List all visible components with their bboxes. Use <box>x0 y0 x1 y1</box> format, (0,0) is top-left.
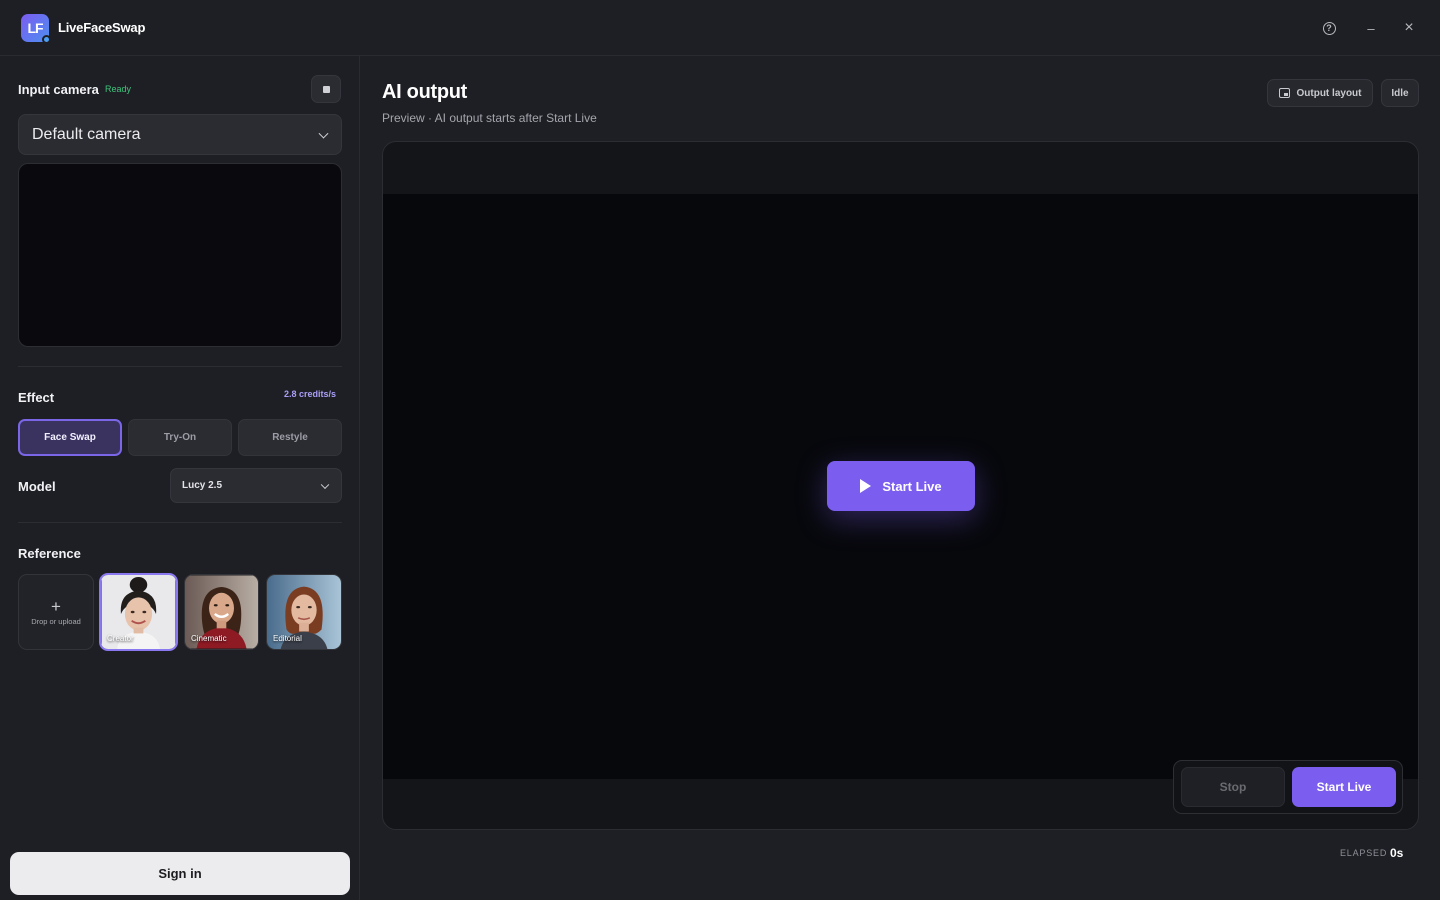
logo-text: LF <box>27 20 43 36</box>
reference-upload-tile[interactable]: + Drop or upload <box>18 574 94 650</box>
divider <box>18 522 342 523</box>
output-layout-label: Output layout <box>1296 87 1362 99</box>
reference-tile-creator[interactable]: Creator <box>99 573 178 651</box>
close-button[interactable]: × <box>1399 18 1419 38</box>
effect-label: Face Swap <box>44 432 96 443</box>
title-bar: LF LiveFaceSwap ? – × <box>0 0 1440 56</box>
output-layout-button[interactable]: Output layout <box>1267 79 1373 107</box>
elapsed-value: 0s <box>1390 846 1404 860</box>
camera-select[interactable]: Default camera <box>18 114 342 155</box>
stop-camera-button[interactable] <box>311 75 341 103</box>
chevron-down-icon <box>320 480 330 489</box>
logo-dot <box>42 35 51 44</box>
status-badge: Idle <box>1381 79 1419 107</box>
app-logo-icon: LF <box>21 14 51 44</box>
reference-label: Cinematic <box>191 634 227 643</box>
effect-face-swap-button[interactable]: Face Swap <box>18 419 122 456</box>
page-subtitle: Preview · AI output starts after Start L… <box>382 111 597 125</box>
output-stage: Start Live Stop Start Live <box>382 141 1419 830</box>
layout-icon <box>1278 88 1290 98</box>
reference-tile-editorial[interactable]: Editorial <box>266 574 342 650</box>
credits-rate: 2.8 credits/s <box>284 389 337 399</box>
elapsed-label: ELAPSED <box>1340 848 1388 858</box>
effect-title: Effect <box>18 390 55 405</box>
page-title: AI output <box>382 81 468 103</box>
model-title: Model <box>18 479 56 494</box>
play-icon <box>860 479 872 493</box>
stop-square-icon <box>322 85 330 93</box>
sidebar: Input camera Ready Default camera Effect… <box>0 56 360 900</box>
chevron-down-icon <box>318 128 329 139</box>
start-live-label: Start Live <box>882 478 942 494</box>
sign-in-button[interactable]: Sign in <box>10 852 350 895</box>
start-live-button[interactable]: Start Live <box>1292 767 1396 807</box>
stop-button[interactable]: Stop <box>1181 767 1285 807</box>
help-button[interactable]: ? <box>1319 18 1339 38</box>
effect-try-on-button[interactable]: Try-On <box>128 419 232 456</box>
effect-label: Try-On <box>163 432 197 443</box>
reference-label: Creator <box>107 634 134 643</box>
main-panel: AI output Preview · AI output starts aft… <box>361 56 1440 900</box>
plus-icon: + <box>51 596 61 616</box>
close-icon: × <box>1404 19 1414 36</box>
model-select[interactable]: Lucy 2.5 <box>170 468 342 503</box>
live-controls-panel: Stop Start Live <box>1173 760 1403 814</box>
reference-label: Editorial <box>273 634 302 643</box>
camera-select-value: Default camera <box>32 125 141 143</box>
effect-label: Restyle <box>272 432 308 443</box>
effect-restyle-button[interactable]: Restyle <box>238 419 342 456</box>
start-live-center-button[interactable]: Start Live <box>827 461 975 511</box>
model-select-value: Lucy 2.5 <box>182 480 223 491</box>
camera-preview <box>18 163 342 347</box>
app-title: LiveFaceSwap <box>58 20 146 35</box>
minimize-icon: – <box>1367 20 1375 36</box>
camera-status-badge: Ready <box>105 84 132 94</box>
upload-label: Drop or upload <box>31 616 81 626</box>
input-camera-title: Input camera <box>18 82 99 97</box>
reference-tile-cinematic[interactable]: Cinematic <box>184 574 259 650</box>
minimize-button[interactable]: – <box>1361 18 1381 38</box>
question-circle-icon: ? <box>1322 21 1336 35</box>
divider <box>18 366 342 367</box>
reference-title: Reference <box>18 546 81 561</box>
